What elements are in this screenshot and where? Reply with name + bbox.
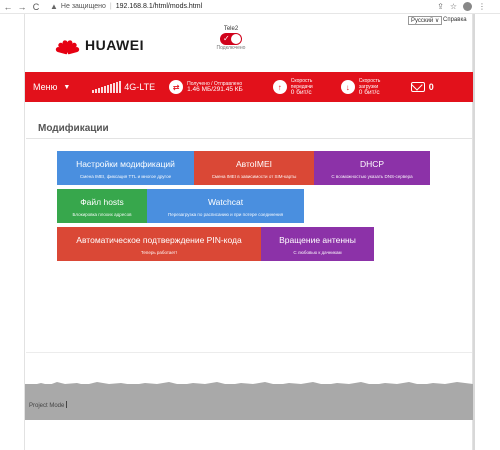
- tile-title: DHCP: [359, 159, 385, 169]
- star-icon[interactable]: ☆: [450, 2, 457, 11]
- check-icon: ✓: [223, 34, 230, 43]
- tile-title: Вращение антенны: [279, 235, 356, 245]
- traffic-value: 1.46 МБ/291.45 КБ: [187, 86, 243, 93]
- menu-icon[interactable]: ⋮: [478, 2, 486, 11]
- project-mode-link[interactable]: Project Mode: [29, 401, 68, 409]
- upload-value: 0 бит/с: [290, 89, 312, 96]
- tile-title: АвтоIMEI: [236, 159, 272, 169]
- huawei-petals-icon: [54, 34, 82, 56]
- tile-hosts-file[interactable]: Файл hosts Блокировка плохих адресов: [57, 189, 147, 223]
- menu-button[interactable]: Меню ▼: [33, 82, 70, 92]
- upload-stat: ↑ Скорость передачи 0 бит/с: [272, 78, 329, 96]
- tile-description: Блокировка плохих адресов: [72, 212, 132, 217]
- huawei-logo[interactable]: HUAWEI: [54, 34, 144, 56]
- tile-description: С любовью к дачникам: [293, 250, 342, 255]
- toggle-knob: [231, 34, 241, 44]
- tile-mod-settings[interactable]: Настройки модификаций Смена IMEI, фиксац…: [57, 151, 194, 185]
- connection-status: Подключено: [216, 45, 246, 51]
- menu-arrow-icon[interactable]: ▼: [63, 84, 70, 91]
- messages-button[interactable]: 0: [410, 82, 434, 92]
- tile-auto-imei[interactable]: АвтоIMEI Смена IMEI в зависимости от SIM…: [194, 151, 314, 185]
- tile-title: Автоматическое подтверждение PIN-кода: [76, 235, 242, 245]
- back-icon[interactable]: ←: [2, 1, 14, 13]
- content-divider: [26, 352, 472, 353]
- browser-toolbar: ← → C ▲ Не защищено | 192.168.8.1/html/m…: [0, 0, 500, 14]
- download-value: 0 бит/с: [358, 89, 380, 96]
- forward-icon[interactable]: →: [16, 1, 28, 13]
- tile-description: Смена IMEI, фиксация TTL и многое другое: [79, 174, 172, 179]
- address-bar[interactable]: ▲ Не защищено | 192.168.8.1/html/mods.ht…: [50, 1, 437, 13]
- tile-description: С возможностью указать DNS-сервера: [331, 174, 413, 179]
- network-type: 4G-LTE: [124, 82, 156, 92]
- download-stat: ↓ Скорость загрузки 0 бит/с: [340, 78, 397, 96]
- connection-toggle[interactable]: ✓: [220, 33, 242, 45]
- operator-name: Tele2: [223, 26, 239, 32]
- scrollbar[interactable]: [473, 14, 475, 450]
- footer: [25, 384, 473, 420]
- language-select[interactable]: Русский ∨: [408, 16, 443, 25]
- mail-icon[interactable]: [410, 82, 425, 92]
- tile-description: Теперь работает!: [140, 250, 178, 255]
- tile-antenna-rotation[interactable]: Вращение антенны С любовью к дачникам: [261, 227, 374, 261]
- page-title: Модификации: [38, 123, 109, 134]
- tile-title: Настройки модификаций: [76, 159, 175, 169]
- download-icon: ↓: [340, 80, 355, 94]
- tile-description: Перезагрузка по расписанию и при потере …: [167, 212, 284, 217]
- url-text[interactable]: 192.168.8.1/html/mods.html: [116, 3, 202, 10]
- help-link[interactable]: Справка: [443, 17, 467, 23]
- messages-count: 0: [428, 82, 434, 92]
- insecure-label[interactable]: Не защищено: [61, 3, 106, 10]
- share-icon[interactable]: ⇪: [437, 2, 444, 11]
- browser-actions: ⇪ ☆ ⋮: [437, 2, 486, 11]
- tile-title: Файл hosts: [80, 197, 124, 207]
- address-separator: |: [109, 3, 112, 10]
- upload-icon: ↑: [272, 80, 287, 94]
- tile-dhcp[interactable]: DHCP С возможностью указать DNS-сервера: [314, 151, 430, 185]
- profile-avatar[interactable]: [463, 2, 472, 11]
- traffic-stat: ⇄ Получено / Отправлено 1.46 МБ/291.45 К…: [169, 80, 243, 94]
- reload-icon[interactable]: C: [30, 1, 42, 13]
- brand-name: HUAWEI: [85, 37, 144, 53]
- traffic-icon: ⇄: [169, 80, 184, 94]
- tile-title: Watchcat: [207, 197, 244, 207]
- tile-description: Смена IMEI в зависимости от SIM-карты: [211, 174, 297, 179]
- title-divider: [26, 138, 472, 139]
- status-menu-bar: Меню ▼ 4G-LTE ⇄ Получено / Отправлено 1.…: [25, 72, 473, 102]
- warning-icon[interactable]: ▲: [50, 2, 58, 11]
- tile-auto-pin[interactable]: Автоматическое подтверждение PIN-кода Те…: [57, 227, 261, 261]
- signal-strength-icon: [92, 81, 122, 93]
- menu-label[interactable]: Меню: [33, 82, 57, 92]
- operator-status: Tele2 ✓ Подключено: [216, 26, 246, 51]
- tile-watchcat[interactable]: Watchcat Перезагрузка по расписанию и пр…: [147, 189, 304, 223]
